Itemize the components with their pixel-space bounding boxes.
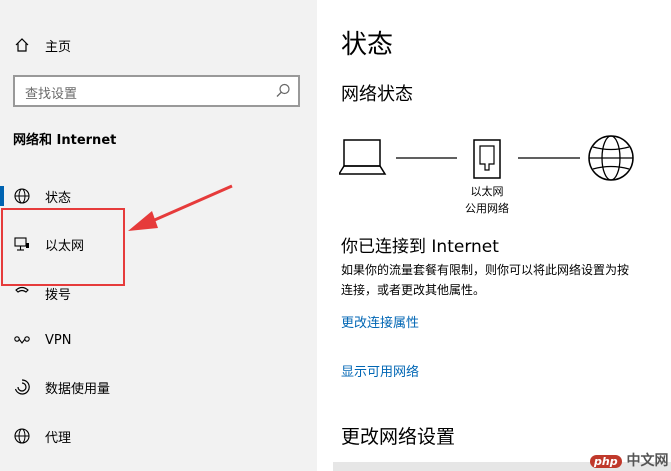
watermark-brand: php [590,455,622,468]
nav-item-vpn[interactable]: VPN [0,320,317,360]
change-network-settings-heading: 更改网络设置 [341,426,456,448]
nav-item-label: 拨号 [45,287,72,303]
nav-item-label: 数据使用量 [45,381,111,397]
laptop-icon [339,139,387,175]
vpn-icon [13,331,31,349]
ethernet-port-icon [473,139,501,179]
network-status-heading: 网络状态 [341,84,413,105]
nav-item-label: VPN [45,332,72,348]
show-available-networks-link[interactable]: 显示可用网络 [341,361,419,380]
section-title: 网络和 Internet [13,133,117,148]
internet-globe-icon [588,135,634,181]
description-line-1: 如果你的流量套餐有限制，则你可以将此网络设置为按 [341,263,630,277]
content-pane: 状态 网络状态 以太网 公用网络 你已连接到 Internet 如果你的流量套餐… [317,0,671,471]
home-icon [13,36,31,54]
data-usage-icon [13,378,31,396]
dialup-icon [13,284,31,302]
nav-home[interactable]: 主页 [0,25,317,65]
nav-item-data-usage[interactable]: 数据使用量 [0,367,317,407]
annotation-highlight-box [1,208,125,286]
nav-item-label: 代理 [45,430,72,446]
search-placeholder: 查找设置 [25,87,78,102]
search-icon [274,82,292,100]
network-type: 公用网络 [465,202,509,215]
network-name: 以太网 [470,185,504,198]
change-connection-properties-link[interactable]: 更改连接属性 [341,312,419,331]
nav-item-label: 状态 [45,190,72,206]
navigation-pane: 主页 查找设置 网络和 Internet 状态 以太网 拨号 VPN 数据使用量… [0,0,317,471]
watermark-text: 中文网 [626,453,669,469]
page-title: 状态 [341,30,394,60]
nav-item-proxy[interactable]: 代理 [0,416,317,456]
connection-description: 如果你的流量套餐有限制，则你可以将此网络设置为按 连接，或者更改其他属性。 [341,260,671,300]
description-line-2: 连接，或者更改其他属性。 [341,283,486,297]
connection-status-title: 你已连接到 Internet [341,237,499,257]
globe-icon [13,187,31,205]
nav-home-label: 主页 [45,39,72,55]
watermark: php 中文网 [590,450,668,470]
proxy-globe-icon [13,427,31,445]
search-input[interactable]: 查找设置 [13,75,300,107]
